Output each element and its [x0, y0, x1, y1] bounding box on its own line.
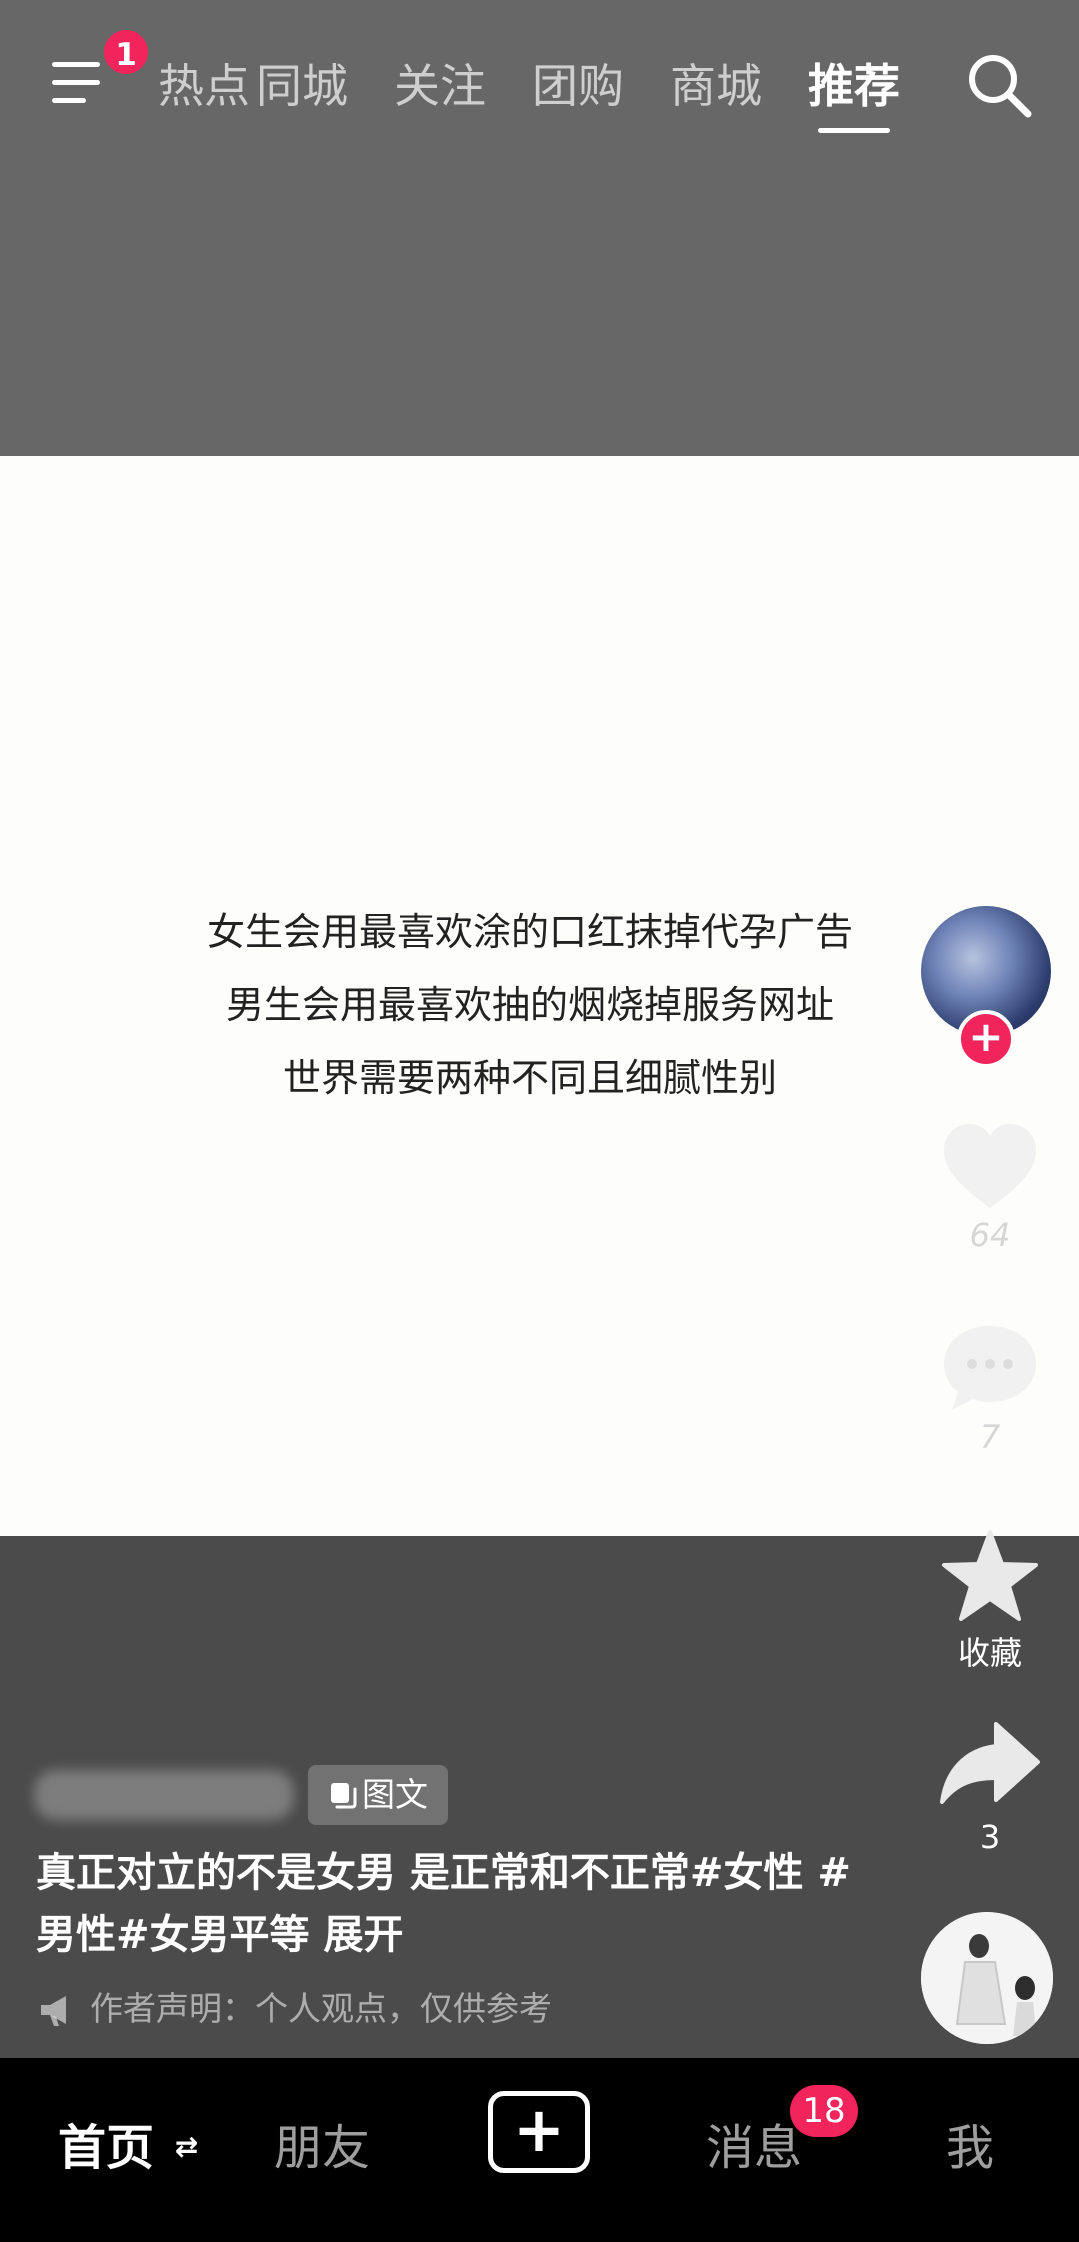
- top-tabs: 热点 同城 关注 团购 商城 推荐: [0, 50, 980, 120]
- follow-plus-icon[interactable]: +: [957, 1010, 1015, 1068]
- content-line: 世界需要两种不同且细腻性别: [282, 1056, 777, 1100]
- image-text-icon: [331, 1783, 357, 1809]
- star-icon: [942, 1530, 1038, 1621]
- active-tab-indicator: [818, 128, 890, 133]
- post-content-text: 女生会用最喜欢涂的口红抹掉代孕广告 男生会用最喜欢抽的烟烧掉服务网址 世界需要两…: [130, 896, 930, 1115]
- comment-count: 7: [979, 1418, 1001, 1456]
- messages-badge: 18: [790, 2085, 858, 2137]
- author-name-blurred[interactable]: [34, 1770, 294, 1820]
- tab-following[interactable]: 关注: [394, 50, 486, 116]
- post-type-badge: 图文: [308, 1765, 448, 1825]
- like-count: 64: [969, 1216, 1011, 1254]
- nav-messages[interactable]: 消息: [706, 2108, 802, 2178]
- content-line: 女生会用最喜欢涂的口红抹掉代孕广告: [206, 910, 853, 954]
- favorite-label: 收藏: [957, 1634, 1022, 1672]
- share-count: 3: [979, 1818, 1001, 1856]
- music-disc[interactable]: [921, 1912, 1053, 2044]
- disclaimer-text: 作者声明：个人观点，仅供参考: [90, 1989, 552, 2028]
- tab-group-buy[interactable]: 团购: [532, 50, 624, 116]
- content-line: 男生会用最喜欢抽的烟烧掉服务网址: [225, 983, 834, 1027]
- post-caption[interactable]: 真正对立的不是女男 是正常和不正常#女性 #男性#女男平等 展开: [36, 1842, 856, 1966]
- nav-home-label: 首页: [58, 2120, 155, 2176]
- share-arrow-icon: [940, 1722, 1040, 1804]
- author-disclaimer: 作者声明：个人观点，仅供参考: [38, 1982, 552, 2030]
- swap-arrows-icon: ⇄: [174, 2130, 199, 2163]
- comment-icon: [944, 1326, 1036, 1410]
- nav-home[interactable]: 首页 ⇄: [58, 2108, 198, 2178]
- tab-mall[interactable]: 商城: [670, 50, 762, 116]
- like-button[interactable]: 64: [925, 1120, 1055, 1254]
- share-button[interactable]: 3: [925, 1718, 1055, 1856]
- tab-local[interactable]: 同城: [256, 50, 348, 116]
- nav-friends[interactable]: 朋友: [274, 2108, 370, 2178]
- heart-icon: [944, 1124, 1036, 1208]
- post-type-label: 图文: [362, 1775, 428, 1814]
- favorite-button[interactable]: 收藏: [925, 1528, 1055, 1674]
- comment-button[interactable]: 7: [925, 1322, 1055, 1456]
- nav-me[interactable]: 我: [946, 2108, 994, 2178]
- create-post-button[interactable]: +: [488, 2091, 590, 2173]
- tab-hot[interactable]: 热点: [158, 50, 250, 116]
- megaphone-icon: [41, 1996, 66, 2026]
- search-icon[interactable]: [964, 50, 1034, 120]
- tab-recommend[interactable]: 推荐: [808, 50, 900, 116]
- music-cover-image: [921, 1912, 1053, 2044]
